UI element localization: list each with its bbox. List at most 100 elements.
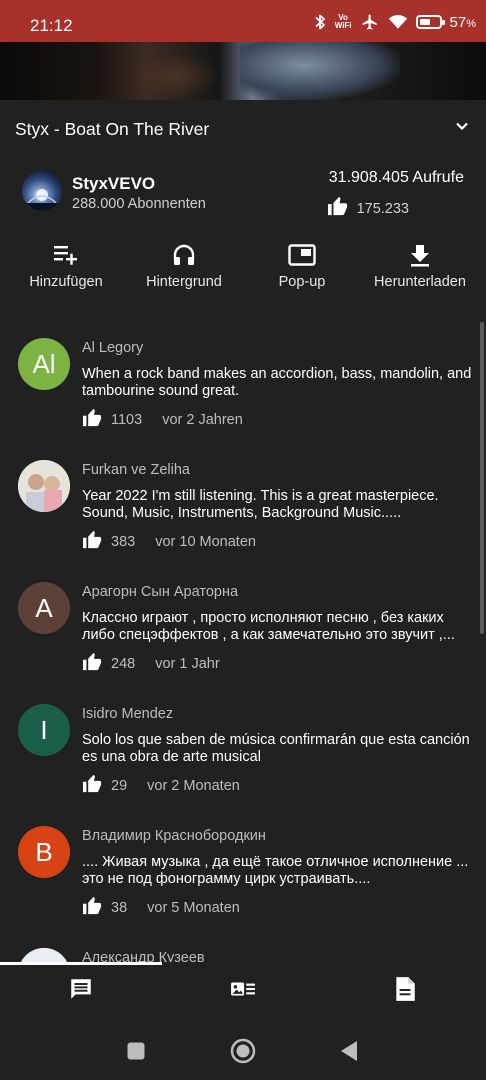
- comment-age: vor 2 Monaten: [147, 777, 240, 794]
- comment-age: vor 1 Jahr: [155, 655, 220, 672]
- comment-text: .... Живая музыка , да ещё такое отлично…: [82, 854, 469, 887]
- comment-like-count: 383: [111, 533, 136, 550]
- video-frame-shape: [130, 52, 220, 100]
- avatar-initials: I: [40, 714, 48, 745]
- background-play-button[interactable]: Hintergrund: [124, 240, 244, 290]
- vowifi-icon: Vo WiFi: [335, 14, 352, 30]
- channel-name[interactable]: StyxVEVO: [72, 174, 155, 194]
- download-button[interactable]: Herunterladen: [360, 240, 480, 290]
- comment-age: vor 10 Monaten: [155, 533, 256, 550]
- back-icon: [340, 1040, 358, 1067]
- comments-list[interactable]: Al Al Legory When a rock band makes an a…: [0, 320, 486, 962]
- battery-percent: 57%: [450, 14, 476, 31]
- avatar-initials: A: [35, 592, 53, 623]
- battery-unit: %: [466, 17, 476, 30]
- comment-avatar[interactable]: [18, 460, 70, 512]
- tab-comments[interactable]: [0, 976, 162, 1007]
- home-button[interactable]: [230, 1038, 256, 1069]
- battery-fill: [419, 19, 430, 25]
- comment-like-count: 1103: [111, 411, 143, 428]
- bluetooth-icon: [313, 13, 327, 31]
- thumbs-up-icon: [327, 196, 349, 221]
- comment-text: When a rock band makes an accordion, bas…: [82, 366, 472, 399]
- video-likes: 175.233: [327, 196, 409, 221]
- comment-item[interactable]: Furkan ve Zeliha Year 2022 I'm still lis…: [0, 442, 486, 564]
- video-likes-count: 175.233: [356, 200, 409, 217]
- comment-avatar[interactable]: B: [18, 826, 70, 878]
- comment-author[interactable]: Isidro Mendez: [82, 706, 173, 722]
- status-bar: 21:12 Vo WiFi 57%: [0, 0, 486, 42]
- comment-author[interactable]: Al Legory: [82, 340, 143, 356]
- video-frame-shape: [240, 42, 400, 100]
- comment-age: vor 2 Jahren: [162, 411, 243, 428]
- comment-meta: 38 vor 5 Monaten: [82, 896, 240, 919]
- comment-text: Классно играют , просто исполняют песню …: [82, 610, 455, 643]
- avatar-initials: B: [35, 836, 53, 867]
- comment-avatar[interactable]: I: [18, 704, 70, 756]
- comment-item[interactable]: Александр Кузеев: [0, 930, 486, 962]
- related-videos-icon: [230, 976, 256, 1007]
- add-to-playlist-button[interactable]: Hinzufügen: [6, 240, 126, 290]
- subscriber-count: 288.000 Abonnenten: [72, 196, 206, 212]
- comments-icon: [68, 976, 94, 1007]
- channel-avatar[interactable]: [22, 171, 62, 211]
- tab-description[interactable]: [324, 976, 486, 1007]
- comment-item[interactable]: B Владимир Краснобородкин .... Живая муз…: [0, 808, 486, 930]
- comment-author[interactable]: Александр Кузеев: [82, 950, 205, 962]
- bottom-tabs: [0, 962, 486, 1022]
- comment-age: vor 5 Monaten: [147, 899, 240, 916]
- home-icon: [230, 1038, 256, 1069]
- comment-meta: 29 vor 2 Monaten: [82, 774, 240, 797]
- thumbs-up-icon: [82, 530, 103, 553]
- add-to-playlist-label: Hinzufügen: [29, 274, 103, 290]
- wifi-icon: [388, 14, 408, 30]
- recents-button[interactable]: [127, 1042, 145, 1065]
- vowifi-bottom: WiFi: [334, 21, 352, 30]
- popup-label: Pop-up: [278, 274, 326, 290]
- action-bar: Hinzufügen Hintergrund Pop-up Herunterla…: [0, 240, 486, 300]
- comment-item[interactable]: Al Al Legory When a rock band makes an a…: [0, 320, 486, 442]
- comment-author[interactable]: Арагорн Сын Араторна: [82, 584, 238, 600]
- comment-like-count: 248: [111, 655, 136, 672]
- video-player[interactable]: [0, 42, 486, 100]
- thumbs-up-icon: [82, 652, 103, 675]
- popup-button[interactable]: Pop-up: [242, 240, 362, 290]
- description-icon: [393, 976, 417, 1007]
- background-play-label: Hintergrund: [146, 274, 222, 290]
- thumbs-up-icon: [82, 774, 103, 797]
- comment-meta: 248 vor 1 Jahr: [82, 652, 220, 675]
- download-label: Herunterladen: [374, 274, 466, 290]
- recents-icon: [127, 1042, 145, 1065]
- comment-like-count: 38: [111, 899, 128, 916]
- thumbs-up-icon: [82, 408, 103, 431]
- comment-text: Solo los que saben de música confirmarán…: [82, 732, 470, 765]
- thumbs-up-icon: [82, 896, 103, 919]
- comment-like-count: 29: [111, 777, 128, 794]
- video-title-row[interactable]: Styx - Boat On The River: [0, 100, 486, 158]
- avatar-initials: Al: [32, 348, 56, 379]
- comment-item[interactable]: A Арагорн Сын Араторна Классно играют , …: [0, 564, 486, 686]
- comment-author[interactable]: Furkan ve Zeliha: [82, 462, 190, 478]
- video-title: Styx - Boat On The River: [15, 119, 210, 139]
- active-tab-indicator: [0, 962, 162, 965]
- comment-item[interactable]: I Isidro Mendez Solo los que saben de mú…: [0, 686, 486, 808]
- download-icon: [360, 240, 480, 270]
- airplane-icon: [360, 13, 380, 31]
- chevron-down-icon[interactable]: [454, 118, 470, 139]
- picture-in-picture-icon: [242, 240, 362, 270]
- playlist-add-icon: [6, 240, 126, 270]
- battery-value: 57: [449, 13, 467, 31]
- headphones-icon: [124, 240, 244, 270]
- comment-author[interactable]: Владимир Краснобородкин: [82, 828, 266, 844]
- back-button[interactable]: [340, 1040, 358, 1067]
- comments-scrollbar[interactable]: [480, 322, 484, 634]
- system-nav-bar: [0, 1022, 486, 1080]
- comment-avatar[interactable]: [18, 948, 70, 962]
- comment-meta: 383 vor 10 Monaten: [82, 530, 256, 553]
- status-time: 21:12: [30, 16, 73, 35]
- comment-avatar[interactable]: A: [18, 582, 70, 634]
- comment-avatar[interactable]: Al: [18, 338, 70, 390]
- battery-icon: [415, 15, 445, 29]
- comment-meta: 1103 vor 2 Jahren: [82, 408, 243, 431]
- tab-related[interactable]: [162, 976, 324, 1007]
